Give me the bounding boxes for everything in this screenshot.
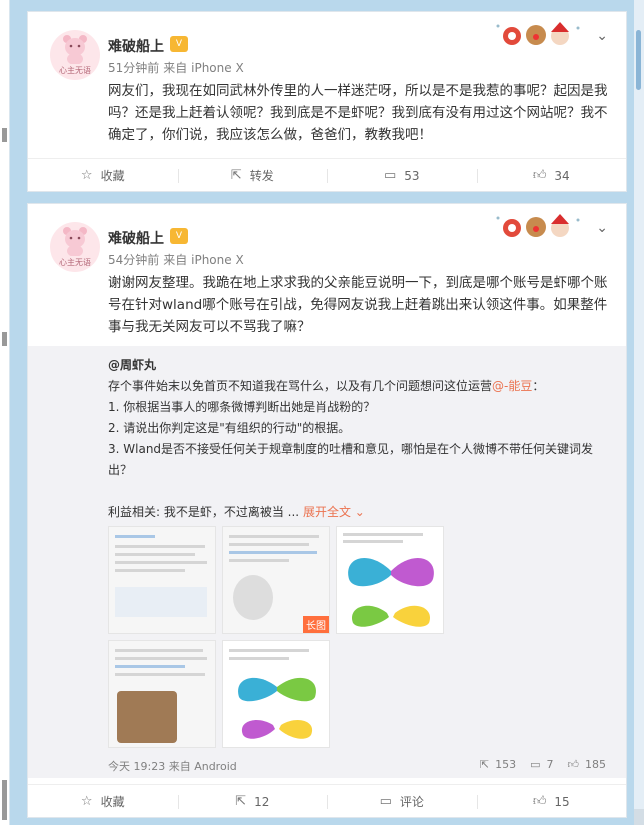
repost-label: 转发	[249, 169, 274, 183]
post-time[interactable]: 51分钟前	[108, 61, 159, 75]
left-panel-edge	[0, 0, 10, 825]
repost-like-button[interactable]: 👍︎ 185	[568, 758, 607, 771]
comment-count: 53	[404, 168, 420, 183]
comment-icon: ▭	[383, 168, 397, 183]
scroll-down-arrow[interactable]	[634, 809, 644, 825]
action-bar: ☆ 收藏 ⇱ 转发 ▭ 53 👍︎ 34	[28, 158, 626, 192]
repost-time[interactable]: 今天 19:23	[108, 760, 165, 773]
username[interactable]: 难破船上	[108, 36, 164, 56]
christmas-decoration-icon	[496, 22, 580, 45]
repost-icon: ⇱	[230, 168, 242, 183]
thumb-up-icon: 👍︎	[532, 794, 547, 809]
reposted-content: @周虾丸 存个事件始末以免首页不知道我在骂什么，以及有几个问题想问这位运营@-能…	[28, 346, 626, 778]
collect-label: 收藏	[100, 169, 125, 183]
repost-line: 1. 你根据当事人的哪条微博判断出她是肖战粉的？	[108, 400, 376, 414]
repost-button[interactable]: ⇱ 12	[177, 785, 328, 818]
repost-count: 153	[495, 758, 517, 771]
repost-count: 12	[254, 794, 270, 809]
repost-icon: ⇱	[479, 758, 490, 771]
vip-badge-icon[interactable]: V	[170, 36, 188, 52]
repost-line: 3. Wland是否不接受任何关于规章制度的吐槽和意见，哪怕是在个人微博不带任何…	[108, 442, 594, 477]
chevron-down-icon[interactable]: ⌄	[596, 28, 608, 44]
like-button[interactable]: 👍︎ 34	[476, 159, 627, 192]
repost-text: 存个事件始末以免首页不知道我在骂什么，以及有几个问题想问这位运营@-能豆： 1.…	[108, 376, 616, 523]
feed-card: 心主无语 难破船上 V 54分钟前 来自 iPhone X ⌄ 谢谢网友整理。我跪…	[27, 203, 627, 818]
thumb-up-icon: 👍︎	[567, 758, 580, 771]
image-thumbnail[interactable]: 长图	[222, 526, 330, 634]
post-text: 谢谢网友整理。我跪在地上求求我的父亲能豆说明一下，到底是哪个账号是虾哪个账号在针…	[108, 275, 608, 335]
repost-line: ：	[532, 379, 545, 393]
repost-user[interactable]: @周虾丸	[108, 356, 156, 373]
comment-button[interactable]: ▭ 53	[327, 159, 477, 192]
repost-like-count: 185	[585, 758, 606, 771]
like-button[interactable]: 👍︎ 15	[476, 785, 627, 818]
butterfly-icon	[238, 677, 316, 739]
comment-icon: ▭	[379, 794, 392, 809]
post-source: iPhone X	[191, 61, 244, 75]
collect-button[interactable]: ☆ 收藏	[28, 159, 178, 192]
long-image-tag: 长图	[303, 616, 329, 633]
source-prefix: 来自	[168, 760, 191, 773]
avatar[interactable]: 心主无语	[50, 30, 100, 80]
mention-link[interactable]: @-能豆	[492, 379, 532, 393]
repost-comment-count: 7	[546, 758, 554, 771]
christmas-decoration-icon	[496, 214, 580, 237]
expand-full-text-link[interactable]: 展开全文	[303, 505, 351, 519]
avatar-caption: 心主无语	[59, 258, 91, 267]
post-source: iPhone X	[191, 253, 244, 267]
comment-label: 评论	[399, 795, 424, 809]
image-thumbnail[interactable]	[108, 526, 216, 634]
source-prefix: 来自	[163, 253, 188, 267]
scrollbar[interactable]	[634, 0, 644, 825]
image-thumbnail[interactable]	[222, 640, 330, 748]
collect-label: 收藏	[100, 795, 125, 809]
post-meta: 54分钟前 来自 iPhone X	[108, 251, 244, 268]
vip-badge-icon[interactable]: V	[170, 228, 188, 244]
repost-source: Android	[194, 760, 237, 773]
bear-avatar-icon	[63, 35, 87, 64]
like-count: 34	[554, 168, 570, 183]
like-count: 15	[554, 794, 570, 809]
repost-line: 利益相关: 我不是虾，不过离被当 ...	[108, 505, 300, 519]
username[interactable]: 难破船上	[108, 228, 164, 248]
star-icon: ☆	[80, 794, 93, 809]
butterfly-icon	[348, 557, 434, 627]
bear-avatar-icon	[63, 227, 87, 256]
action-bar: ☆ 收藏 ⇱ 12 ▭ 评论 👍︎ 15	[28, 784, 626, 818]
source-prefix: 来自	[163, 61, 188, 75]
post-text: 网友们，我现在如同武林外传里的人一样迷茫呀，所以是不是我惹的事呢？起因是我吗？还…	[108, 83, 608, 143]
repost-stats: ⇱ 153 ▭ 7 👍︎ 185	[480, 758, 606, 771]
image-thumbnail[interactable]	[108, 640, 216, 748]
avatar-caption: 心主无语	[59, 66, 91, 75]
feed-card: 心主无语 难破船上 V 51分钟前 来自 iPhone X ⌄ 网友们，我现在如同…	[27, 11, 627, 192]
repost-line: 存个事件始末以免首页不知道我在骂什么，以及有几个问题想问这位运营	[108, 379, 493, 393]
post-time[interactable]: 54分钟前	[108, 253, 159, 267]
repost-comment-button[interactable]: ▭ 7	[530, 758, 553, 771]
repost-icon: ⇱	[235, 794, 247, 809]
chevron-down-icon[interactable]: ⌄	[355, 505, 365, 519]
comment-button[interactable]: ▭ 评论	[327, 785, 477, 818]
avatar[interactable]: 心主无语	[50, 222, 100, 272]
thumb-up-icon: 👍︎	[532, 168, 547, 183]
scrollbar-thumb[interactable]	[636, 30, 641, 90]
collect-button[interactable]: ☆ 收藏	[28, 785, 178, 818]
repost-button[interactable]: ⇱ 转发	[177, 159, 328, 192]
post-meta: 51分钟前 来自 iPhone X	[108, 59, 244, 76]
repost-repost-button[interactable]: ⇱ 153	[480, 758, 516, 771]
chevron-down-icon[interactable]: ⌄	[596, 220, 608, 236]
comment-icon: ▭	[530, 758, 541, 771]
star-icon: ☆	[80, 168, 93, 183]
repost-line: 2. 请说出你判定这是"有组织的行动"的根据。	[108, 421, 351, 435]
image-grid: 长图	[108, 526, 448, 756]
image-thumbnail[interactable]	[336, 526, 444, 634]
